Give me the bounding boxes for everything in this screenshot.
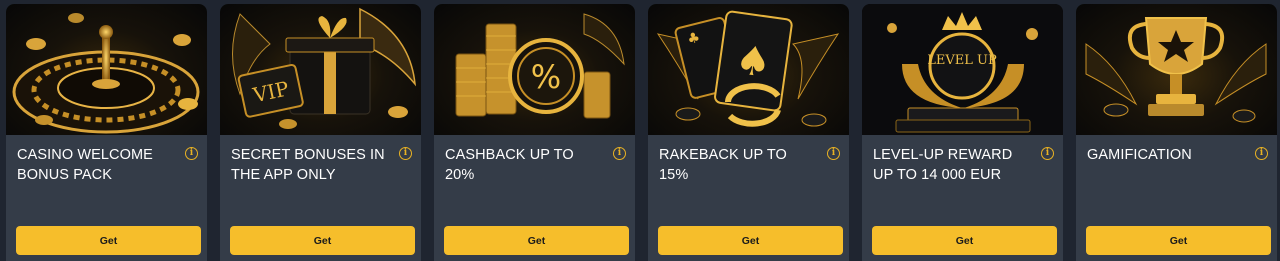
info-icon[interactable]: i — [613, 147, 626, 160]
bonus-cards-row: CASINO WELCOME BONUS PACK i Get VIP SECR… — [0, 0, 1280, 261]
level-up-crown-icon: LEVEL UP — [862, 4, 1063, 135]
card-title: SECRET BONUSES IN THE APP ONLY — [231, 147, 385, 183]
info-icon[interactable]: i — [185, 147, 198, 160]
get-button[interactable]: Get — [444, 226, 629, 255]
card-title: GAMIFICATION — [1087, 147, 1192, 163]
info-icon[interactable]: i — [399, 147, 412, 160]
get-button[interactable]: Get — [230, 226, 415, 255]
info-icon[interactable]: i — [1041, 147, 1054, 160]
card-title: CASINO WELCOME BONUS PACK — [17, 147, 153, 183]
card-title: LEVEL-UP REWARD UP TO 14 000 EUR — [873, 147, 1013, 183]
card-title: RAKEBACK UP TO 15% — [659, 147, 787, 183]
bonus-card-secret-bonuses[interactable]: VIP SECRET BONUSES IN THE APP ONLY i Get — [220, 4, 421, 261]
get-button[interactable]: Get — [16, 226, 201, 255]
bonus-card-casino-welcome[interactable]: CASINO WELCOME BONUS PACK i Get — [6, 4, 207, 261]
bonus-card-rakeback[interactable]: ♣ ♠ RAKEBACK UP TO 15% i Get — [648, 4, 849, 261]
vip-gift-box-icon: VIP — [220, 4, 421, 135]
card-title: CASHBACK UP TO 20% — [445, 147, 574, 183]
info-icon[interactable]: i — [827, 147, 840, 160]
svg-text:♠: ♠ — [732, 37, 774, 88]
info-icon[interactable]: i — [1255, 147, 1268, 160]
bonus-card-level-up-reward[interactable]: LEVEL UP LEVEL-UP REWARD UP TO 14 000 EU… — [862, 4, 1063, 261]
percent-label: % — [531, 58, 561, 96]
percent-coin-stack-icon: % — [434, 4, 635, 135]
get-button[interactable]: Get — [872, 226, 1057, 255]
level-up-badge-text: LEVEL UP — [927, 53, 997, 68]
get-button[interactable]: Get — [1086, 226, 1271, 255]
bonus-card-gamification[interactable]: GAMIFICATION i Get — [1076, 4, 1277, 261]
trophy-cup-icon — [1076, 4, 1277, 135]
playing-cards-icon: ♣ ♠ — [648, 4, 849, 135]
roulette-wheel-icon — [6, 4, 207, 135]
bonus-card-cashback[interactable]: % CASHBACK UP TO 20% i Get — [434, 4, 635, 261]
get-button[interactable]: Get — [658, 226, 843, 255]
